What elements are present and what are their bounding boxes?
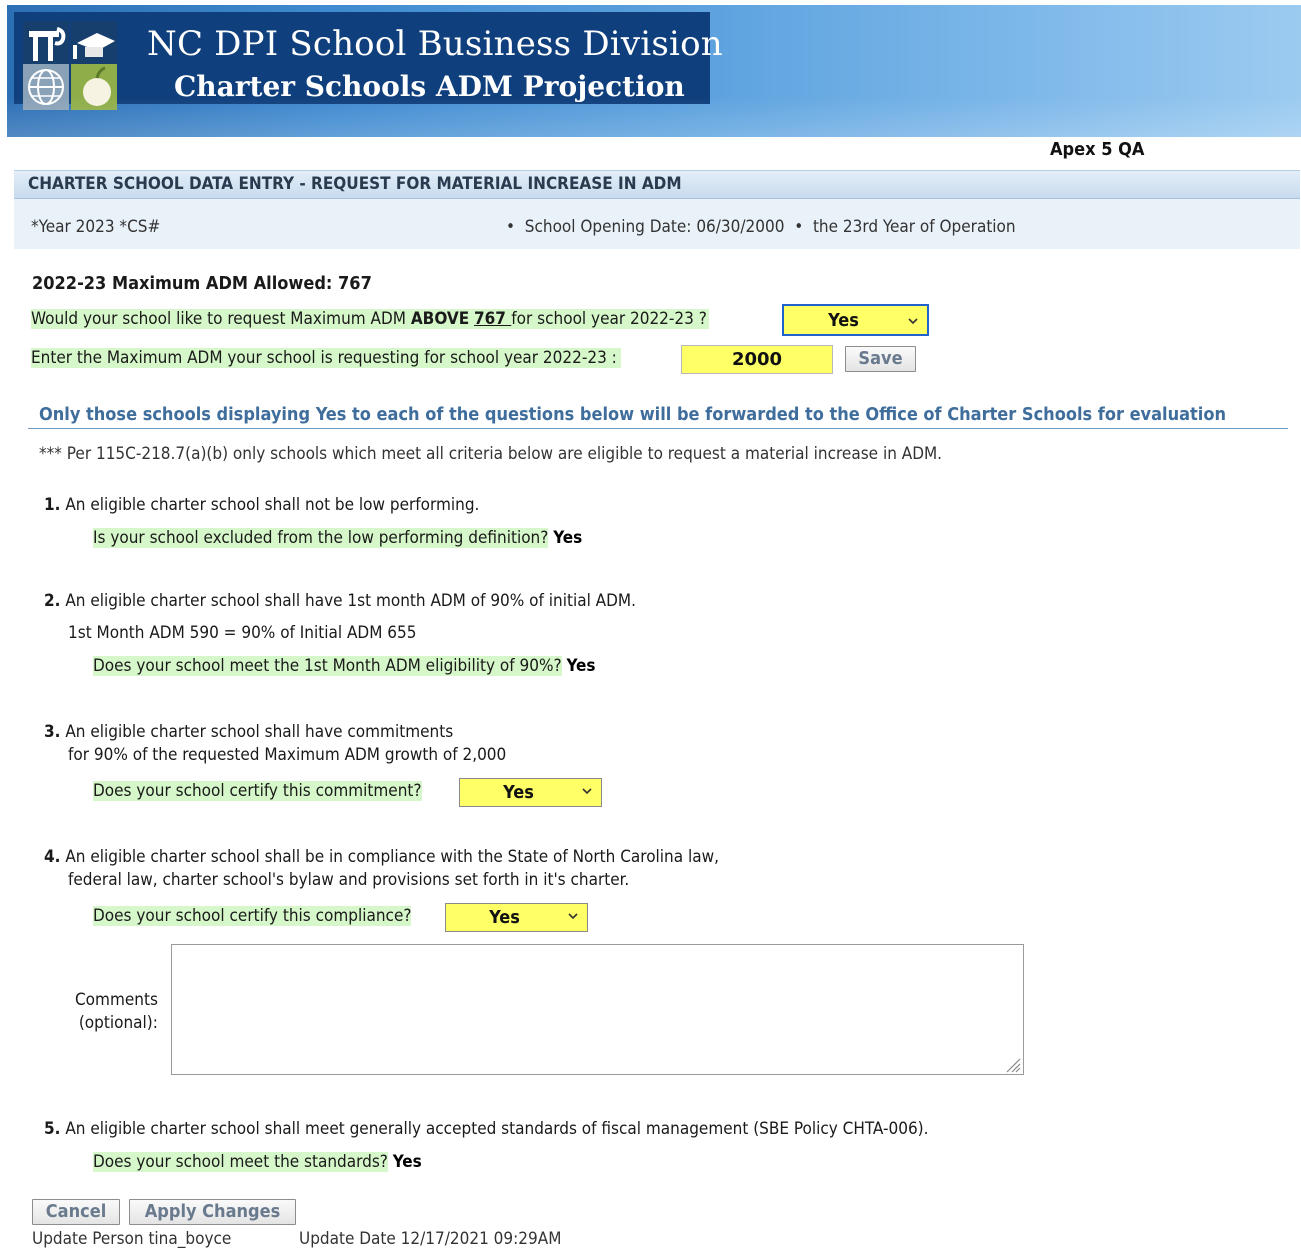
year-of-operation-text: the 23rd Year of Operation [812, 217, 1016, 237]
criterion-4: 4. An eligible charter school shall be i… [44, 847, 719, 867]
criterion-number: 1. [44, 495, 61, 515]
cancel-button[interactable]: Cancel [32, 1199, 120, 1225]
criterion-2-question: Does your school meet the 1st Month ADM … [93, 656, 595, 676]
criterion-3-text-line-2: for 90% of the requested Maximum ADM gro… [68, 745, 507, 765]
chevron-down-icon [568, 913, 578, 920]
answer-value: Yes [392, 1152, 422, 1172]
max-adm-link[interactable]: 767 [474, 309, 511, 329]
question-text: Does your school meet the 1st Month ADM … [93, 656, 562, 676]
bullet-icon: • [506, 217, 516, 237]
criterion-4-question: Does your school certify this compliance… [93, 906, 412, 926]
criterion-text: An eligible charter school shall not be … [65, 495, 480, 515]
comments-textarea[interactable] [171, 944, 1024, 1075]
criterion-4-text-line-2: federal law, charter school's bylaw and … [68, 870, 630, 890]
criterion-number: 3. [44, 722, 61, 742]
criterion-text: An eligible charter school shall have 1s… [65, 591, 636, 611]
criterion-number: 2. [44, 591, 61, 611]
opening-date-item: • School Opening Date: 06/30/2000 • the … [506, 217, 1016, 237]
request-above-emphasis: ABOVE [410, 309, 470, 329]
request-above-select-value: Yes [828, 310, 859, 331]
graduation-cap-icon [71, 21, 117, 67]
opening-date-text: School Opening Date: 06/30/2000 [524, 217, 785, 237]
criterion-number: 5. [44, 1119, 61, 1139]
compliance-select-value: Yes [489, 907, 520, 928]
chevron-down-icon [908, 318, 918, 325]
comments-label: Comments (optional): [75, 989, 158, 1035]
region-title: CHARTER SCHOOL DATA ENTRY - REQUEST FOR … [14, 170, 1300, 199]
update-date: Update Date 12/17/2021 09:29AM [299, 1229, 562, 1249]
criterion-1-question: Is your school excluded from the low per… [93, 528, 582, 548]
banner-subtitle: Charter Schools ADM Projection [174, 70, 685, 103]
question-text: Is your school excluded from the low per… [93, 528, 549, 548]
resize-grip-icon[interactable] [1003, 1055, 1021, 1073]
update-person: Update Person tina_boyce [32, 1229, 232, 1249]
environment-label: Apex 5 QA [1050, 139, 1145, 160]
criterion-3: 3. An eligible charter school shall have… [44, 722, 453, 742]
page-banner: NC DPI School Business Division Charter … [7, 5, 1301, 137]
criterion-5: 5. An eligible charter school shall meet… [44, 1119, 929, 1139]
banner-title-box: NC DPI School Business Division Charter … [14, 12, 723, 110]
commitment-select-value: Yes [503, 782, 534, 803]
request-above-text: Would your school like to request Maximu… [31, 309, 411, 329]
section-divider [28, 428, 1288, 429]
commitment-select[interactable]: Yes [459, 778, 602, 807]
enter-max-adm-label: Enter the Maximum ADM your school is req… [31, 348, 621, 368]
compliance-select[interactable]: Yes [445, 903, 588, 932]
apply-changes-button[interactable]: Apply Changes [129, 1199, 296, 1225]
apple-icon [71, 64, 117, 110]
comments-label-line-2: (optional): [78, 1013, 158, 1033]
request-above-year: for school year 2022-23 ? [511, 309, 707, 329]
chevron-down-icon [582, 788, 592, 795]
criterion-5-question: Does your school meet the standards? Yes [93, 1152, 422, 1172]
answer-value: Yes [553, 528, 583, 548]
request-above-question: Would your school like to request Maximu… [31, 309, 709, 329]
criterion-1: 1. An eligible charter school shall not … [44, 495, 479, 515]
forward-note: Only those schools displaying Yes to eac… [39, 404, 1226, 425]
comments-label-line-1: Comments [75, 990, 158, 1010]
dpi-logo-icon [23, 21, 69, 67]
criterion-3-question: Does your school certify this commitment… [93, 781, 422, 801]
criterion-text: An eligible charter school shall have co… [65, 722, 454, 742]
max-adm-heading: 2022-23 Maximum ADM Allowed: 767 [32, 273, 372, 294]
year-cs-label: *Year 2023 *CS# [31, 217, 161, 237]
question-text: Does your school meet the standards? [93, 1152, 388, 1172]
requested-max-adm-input[interactable] [681, 345, 833, 374]
save-button[interactable]: Save [845, 346, 916, 372]
globe-icon [23, 64, 69, 110]
banner-title: NC DPI School Business Division [147, 24, 723, 64]
criterion-number: 4. [44, 847, 61, 867]
statute-note: *** Per 115C-218.7(a)(b) only schools wh… [39, 444, 943, 464]
criterion-2: 2. An eligible charter school shall have… [44, 591, 636, 611]
answer-value: Yes [566, 656, 596, 676]
request-above-select[interactable]: Yes [782, 304, 929, 336]
bullet-icon: • [794, 217, 804, 237]
criterion-text: An eligible charter school shall be in c… [65, 847, 719, 867]
criterion-text: An eligible charter school shall meet ge… [65, 1119, 929, 1139]
first-month-adm-detail: 1st Month ADM 590 = 90% of Initial ADM 6… [68, 623, 417, 643]
